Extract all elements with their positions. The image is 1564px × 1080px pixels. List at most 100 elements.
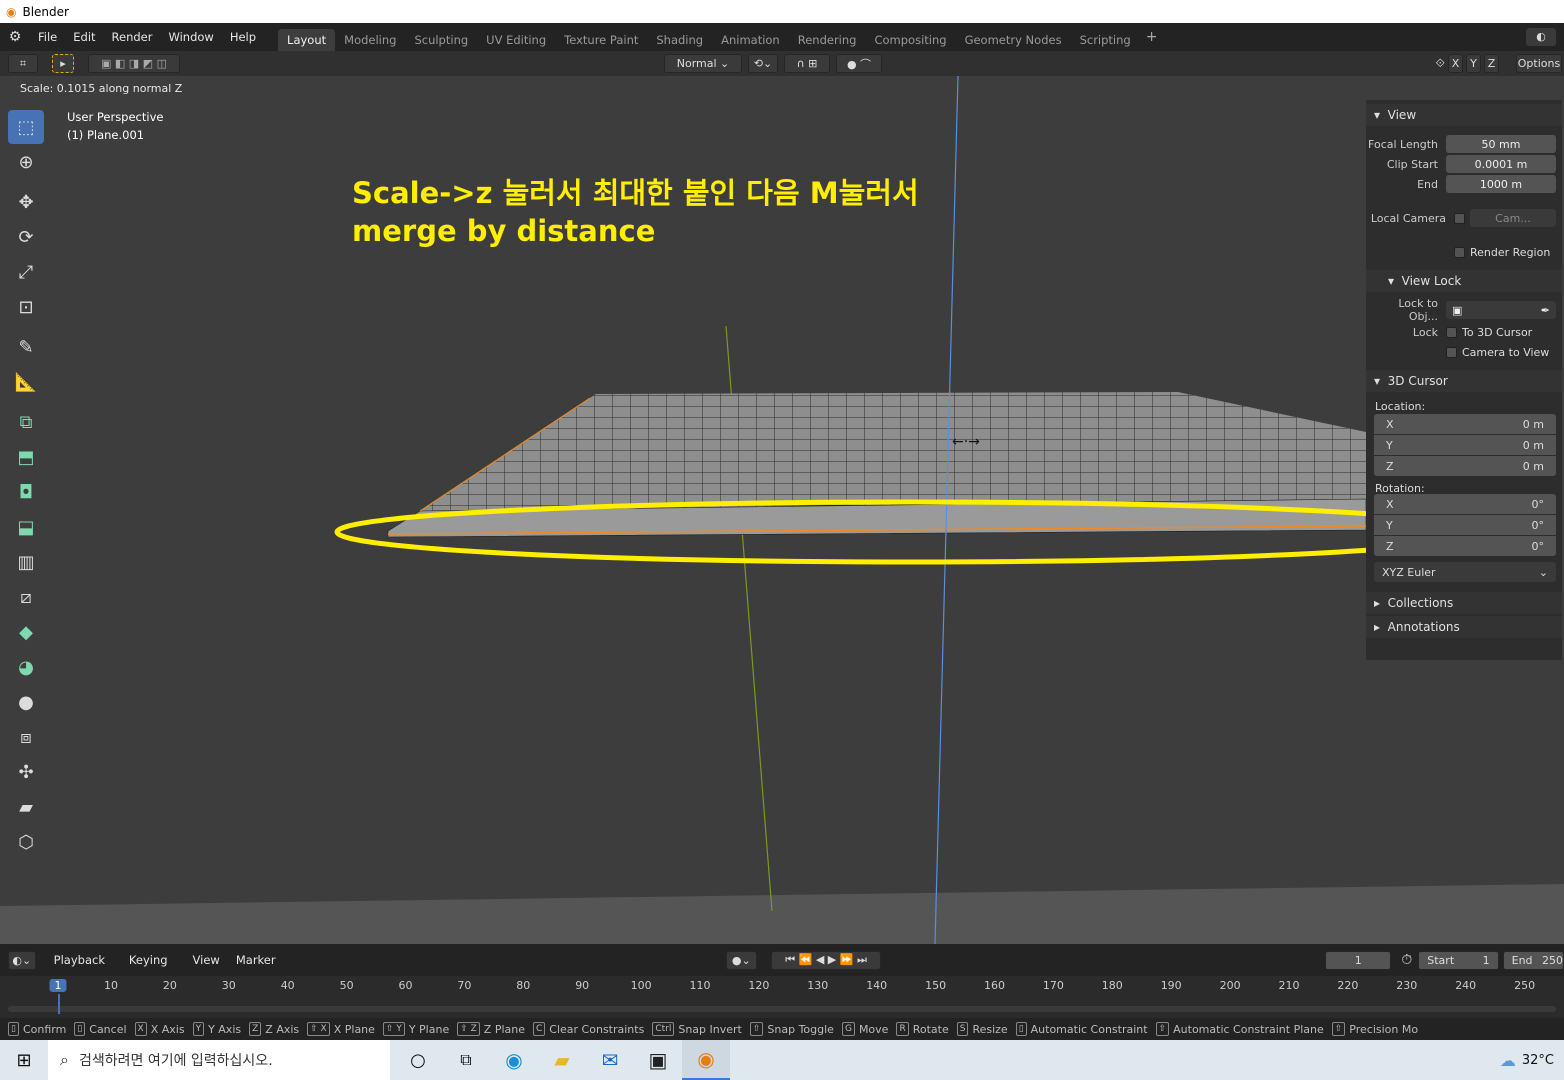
timeline-editor-type[interactable]: ◐⌄: [8, 950, 36, 970]
tab-modeling[interactable]: Modeling: [335, 29, 405, 51]
cursor-loc-z[interactable]: Z 0 m: [1374, 456, 1556, 476]
cursor-loc-y[interactable]: Y 0 m: [1374, 435, 1556, 455]
menu-help[interactable]: Help: [222, 23, 264, 51]
marker-menu[interactable]: Marker: [228, 950, 284, 970]
loop-cut-tool[interactable]: ▥: [8, 545, 44, 579]
scale-tool[interactable]: ⤢: [8, 255, 44, 289]
proportional-edit-toggle[interactable]: ● ⌒: [836, 54, 882, 73]
shrink-fatten-tool[interactable]: ✣: [8, 755, 44, 789]
inset-tool[interactable]: ◘: [8, 475, 44, 509]
camera-field[interactable]: Cam...: [1470, 209, 1556, 227]
select-mode-button[interactable]: ▣ ◧ ◨ ◩ ◫: [88, 54, 180, 73]
options-button[interactable]: Options: [1516, 54, 1562, 73]
cursor-rot-y[interactable]: Y 0°: [1374, 515, 1556, 535]
view-lock-section-header[interactable]: ▾ View Lock: [1366, 270, 1562, 292]
tab-scripting[interactable]: Scripting: [1071, 29, 1140, 51]
tab-animation[interactable]: Animation: [712, 29, 789, 51]
cursor-rot-x[interactable]: X 0°: [1374, 494, 1556, 514]
blender-menu-icon[interactable]: ⚙: [0, 29, 30, 45]
cortana-icon[interactable]: ○: [394, 1040, 442, 1080]
select-tool-button[interactable]: ▸: [52, 54, 74, 73]
add-cube-tool[interactable]: ⧉: [8, 405, 44, 439]
timeline-track[interactable]: 1 10 20 30 40 50 60 70 80 90 100 110 120 130 140 150 160…: [0, 976, 1564, 1018]
cursor-rot-z[interactable]: Z 0°: [1374, 536, 1556, 556]
pivot-dropdown[interactable]: ⟲⌄: [748, 54, 778, 73]
to-3d-cursor-checkbox[interactable]: [1446, 326, 1457, 338]
tab-texture-paint[interactable]: Texture Paint: [555, 29, 647, 51]
rotate-tool[interactable]: ⟳: [8, 220, 44, 254]
keying-menu[interactable]: Keying ⌄: [121, 950, 185, 987]
camera-to-view-checkbox[interactable]: [1446, 346, 1457, 358]
render-region-checkbox[interactable]: [1454, 246, 1465, 258]
axis-z-toggle[interactable]: Z: [1484, 54, 1499, 73]
3d-cursor-section-header[interactable]: ▾ 3D Cursor: [1366, 370, 1562, 392]
timeline-view-menu[interactable]: View: [185, 950, 228, 970]
shear-tool[interactable]: ▰: [8, 790, 44, 824]
transform-tool[interactable]: ⊡: [8, 290, 44, 324]
taskbar-search-box[interactable]: ⌕ 검색하려면 여기에 입력하십시오.: [48, 1040, 390, 1080]
clip-end-field[interactable]: 1000 m: [1446, 175, 1556, 193]
focal-length-field[interactable]: 50 mm: [1446, 135, 1556, 153]
playback-controls[interactable]: ⏮ ⏪ ◀ ▶ ⏩ ⏭: [770, 950, 882, 970]
axis-x-toggle[interactable]: X: [1448, 54, 1463, 73]
tab-geometry-nodes[interactable]: Geometry Nodes: [956, 29, 1071, 51]
spin-tool[interactable]: ◕: [8, 650, 44, 684]
file-explorer-icon[interactable]: ▰: [538, 1040, 586, 1080]
move-tool[interactable]: ✥: [8, 185, 44, 219]
rotation-mode-dropdown[interactable]: XYZ Euler ⌄: [1374, 562, 1556, 582]
cursor-tool[interactable]: ⊕: [8, 145, 44, 179]
add-workspace-icon[interactable]: +: [1146, 29, 1158, 45]
tab-sculpting[interactable]: Sculpting: [405, 29, 477, 51]
view-section-header[interactable]: ▾ View: [1366, 104, 1562, 126]
start-frame-field[interactable]: Start 1: [1418, 950, 1499, 970]
current-frame-field[interactable]: 1: [1325, 950, 1392, 970]
task-view-icon[interactable]: ⧉: [442, 1040, 490, 1080]
editor-type-button[interactable]: ⌗: [8, 54, 38, 73]
scene-selector-icon[interactable]: ◐: [1526, 28, 1556, 46]
tab-shading[interactable]: Shading: [647, 29, 712, 51]
tab-rendering[interactable]: Rendering: [789, 29, 866, 51]
timeline-scrollbar[interactable]: [8, 1006, 1556, 1012]
end-frame-field[interactable]: End 250: [1502, 950, 1564, 970]
extrude-tool[interactable]: ⬒: [8, 440, 44, 474]
knife-tool[interactable]: ⧄: [8, 580, 44, 614]
auto-key-button[interactable]: ●⌄: [725, 950, 757, 970]
snap-toggle[interactable]: ∩ ⊞: [784, 54, 830, 73]
playhead-line[interactable]: [58, 994, 60, 1014]
eyedropper-icon[interactable]: ✒: [1541, 304, 1550, 317]
smooth-tool[interactable]: ●: [8, 685, 44, 719]
measure-tool[interactable]: 📐: [8, 365, 44, 399]
annotations-section-header[interactable]: ▸ Annotations: [1366, 616, 1562, 638]
orientation-dropdown[interactable]: Normal ⌄: [664, 54, 742, 73]
menu-render[interactable]: Render: [104, 23, 161, 51]
weather-widget[interactable]: ☁ 32°C: [1500, 1051, 1554, 1070]
collections-section-header[interactable]: ▸ Collections: [1366, 592, 1562, 614]
menu-edit[interactable]: Edit: [65, 23, 103, 51]
local-camera-checkbox[interactable]: [1454, 212, 1465, 224]
clock-icon[interactable]: ⏱: [1401, 952, 1412, 968]
edge-icon[interactable]: ◉: [490, 1040, 538, 1080]
lock-object-field[interactable]: ▣ ✒: [1446, 301, 1556, 319]
3d-viewport[interactable]: ←·→ Scale: 0.1015 along normal Z User Pe…: [0, 76, 1564, 944]
edge-slide-tool[interactable]: ⧈: [8, 720, 44, 754]
rip-tool[interactable]: ⬡: [8, 825, 44, 859]
menu-file[interactable]: File: [30, 23, 65, 51]
poly-build-tool[interactable]: ◆: [8, 615, 44, 649]
mail-icon[interactable]: ✉: [586, 1040, 634, 1080]
tab-uv-editing[interactable]: UV Editing: [477, 29, 555, 51]
blender-taskbar-icon[interactable]: ◉: [682, 1040, 730, 1080]
tab-layout[interactable]: Layout: [278, 29, 336, 51]
cursor-loc-x[interactable]: X 0 m: [1374, 414, 1556, 434]
mirror-icon[interactable]: ⟐: [1436, 56, 1445, 71]
bevel-tool[interactable]: ⬓: [8, 510, 44, 544]
select-box-tool[interactable]: ⬚: [8, 110, 44, 144]
store-icon[interactable]: ▣: [634, 1040, 682, 1080]
menu-window[interactable]: Window: [160, 23, 221, 51]
clip-start-field[interactable]: 0.0001 m: [1446, 155, 1556, 173]
end-label: End: [1511, 953, 1533, 967]
windows-start-icon[interactable]: ⊞: [0, 1040, 48, 1080]
playback-menu[interactable]: Playback ⌄: [46, 950, 121, 987]
annotate-tool[interactable]: ✎: [8, 330, 44, 364]
tab-compositing[interactable]: Compositing: [865, 29, 955, 51]
axis-y-toggle[interactable]: Y: [1466, 54, 1481, 73]
